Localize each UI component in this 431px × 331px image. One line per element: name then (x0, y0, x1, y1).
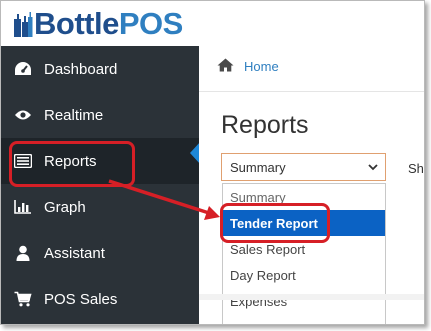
sidebar-item-assistant[interactable]: Assistant (1, 230, 199, 276)
breadcrumb: Home (217, 58, 279, 75)
sidebar-item-label: Graph (44, 198, 86, 216)
app-window: BottlePOS Dashboard Realtime Reports Gra… (0, 0, 425, 325)
dropdown-option-expenses[interactable]: Expenses (223, 288, 385, 314)
report-type-select-value: Summary (230, 159, 286, 175)
sidebar-item-label: Realtime (44, 106, 104, 124)
breadcrumb-home-link[interactable]: Home (244, 59, 279, 74)
bar-chart-icon (14, 198, 32, 216)
show-label: Sh (408, 161, 424, 176)
sidebar-item-label: Dashboard (44, 60, 118, 78)
sidebar-item-realtime[interactable]: Realtime (1, 92, 199, 138)
content-strip (199, 294, 424, 300)
sidebar-item-label: POS Sales (44, 290, 118, 308)
dropdown-option-day-report[interactable]: Day Report (223, 262, 385, 288)
user-icon (14, 244, 32, 262)
logo-text-bottle: Bottle (34, 5, 119, 41)
main-content: Home Reports Summary Sh Summary Tender R… (199, 46, 424, 324)
sidebar-item-graph[interactable]: Graph (1, 184, 199, 230)
report-type-select[interactable]: Summary (221, 153, 386, 181)
chevron-down-icon (367, 160, 379, 177)
sidebar-item-pos-sales[interactable]: POS Sales (1, 276, 199, 322)
cart-icon (14, 290, 32, 308)
home-icon[interactable] (217, 58, 234, 75)
top-bar: BottlePOS (1, 1, 424, 46)
annotation-box-reports (9, 141, 135, 187)
logo-text: BottlePOS (34, 8, 183, 39)
logo[interactable]: BottlePOS (11, 4, 183, 42)
breadcrumb-divider (199, 91, 424, 92)
page-title: Reports (221, 111, 309, 139)
dashboard-icon (14, 60, 32, 78)
annotation-box-tender-report (220, 203, 330, 243)
logo-text-pos: POS (118, 5, 183, 41)
sidebar-item-dashboard[interactable]: Dashboard (1, 46, 199, 92)
sidebar-item-label: Assistant (44, 244, 105, 262)
bottles-logo-icon (11, 8, 33, 38)
eye-icon (14, 106, 32, 124)
